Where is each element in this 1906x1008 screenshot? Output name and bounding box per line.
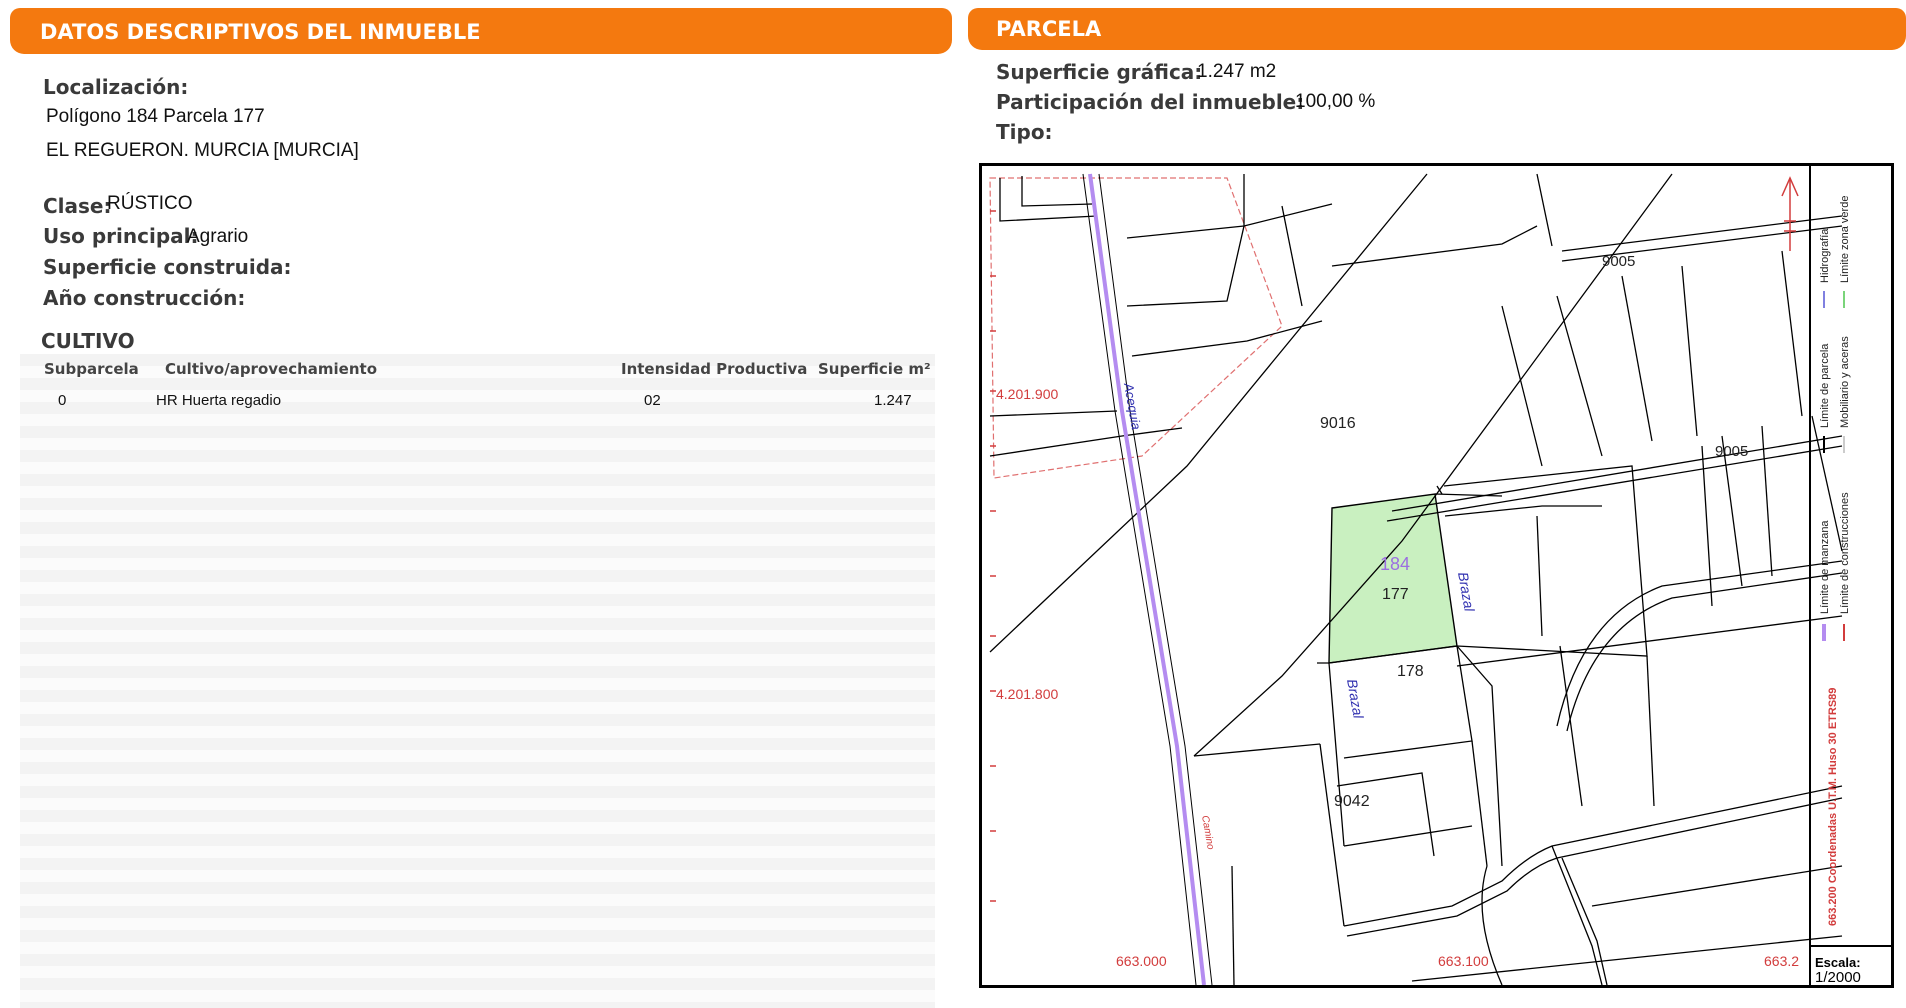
parcel-177-fill	[1328, 493, 1458, 664]
parcela-header: PARCELA	[968, 8, 1906, 50]
red-boundary-lines	[989, 177, 1283, 479]
scale-label: Escala:	[1815, 955, 1861, 970]
label-9005-top: 9005	[1602, 253, 1635, 270]
col-header-cultivo: Cultivo/aprovechamiento	[165, 360, 378, 378]
inmueble-header-title: DATOS DESCRIPTIVOS DEL INMUEBLE	[40, 20, 481, 44]
superficie-construida-label: Superficie construida:	[43, 255, 292, 279]
cultivo-title: CULTIVO	[41, 329, 135, 353]
north-arrow-mark	[1781, 176, 1799, 251]
legend-coords: 663.200 Coordenadas U.T.M. Huso 30 ETRS8…	[1827, 688, 1839, 926]
legend-mobiliario: Mobiliario y aceras	[1839, 336, 1851, 428]
superficie-grafica-label: Superficie gráfica:	[996, 60, 1203, 84]
coord-x-663000: 663.000	[1116, 953, 1167, 969]
legend-zona-verde: Límite zona verde	[1839, 196, 1851, 283]
map-svg: 184 177 9005 9016 9005 178 9042 Brazal B…	[989, 166, 1891, 985]
coord-x-663100: 663.100	[1438, 953, 1489, 969]
road-label-brazal-1: Brazal	[1455, 571, 1478, 614]
legend-construcciones: Límite de construcciones	[1839, 492, 1851, 614]
left-tick-marks	[990, 210, 996, 902]
uso-value: Agrario	[187, 226, 249, 247]
col-header-superficie: Superficie m²	[818, 360, 931, 378]
tipo-label: Tipo:	[996, 120, 1053, 144]
legend-parcela: Límite de parcela	[1819, 343, 1831, 428]
legend-hidrografia: Hidrografía	[1819, 228, 1831, 283]
hydrography-edges	[1082, 173, 1213, 985]
coord-y-4201900: 4.201.900	[996, 386, 1058, 402]
clase-label: Clase:	[43, 194, 112, 218]
road-label-brazal-2: Brazal	[1344, 678, 1367, 721]
localizacion-line1: Polígono 184 Parcela 177	[46, 106, 265, 127]
col-header-intensidad: Intensidad Productiva	[621, 360, 808, 378]
scale-value: 1/2000	[1815, 969, 1861, 985]
legend-items: Límite de manzana Límite de parcela Hidr…	[1819, 196, 1851, 926]
participacion-value: 100,00 %	[1295, 91, 1376, 112]
label-9042: 9042	[1334, 793, 1370, 810]
label-9016: 9016	[1320, 415, 1356, 432]
road-label-camino: Camino	[1199, 815, 1216, 851]
cell-intensidad: 02	[644, 392, 661, 409]
label-parcel-177: 177	[1382, 586, 1409, 603]
hydrography-line	[1088, 173, 1206, 985]
participacion-label: Participación del inmueble:	[996, 90, 1305, 114]
superficie-grafica-value: 1.247 m2	[1197, 61, 1277, 82]
cell-subparcela: 0	[58, 392, 67, 409]
inmueble-header: DATOS DESCRIPTIVOS DEL INMUEBLE	[10, 8, 952, 54]
clase-value: RÚSTICO	[107, 193, 193, 214]
anio-construccion-label: Año construcción:	[43, 286, 246, 310]
legend-manzana: Límite de manzana	[1819, 520, 1831, 614]
cadastral-map: 184 177 9005 9016 9005 178 9042 Brazal B…	[979, 163, 1894, 988]
parcela-header-title: PARCELA	[996, 17, 1102, 41]
coord-x-6632: 663.2	[1764, 953, 1799, 969]
label-9005-mid: 9005	[1715, 443, 1748, 460]
label-178: 178	[1397, 663, 1424, 680]
uso-label: Uso principal:	[43, 224, 199, 248]
localizacion-line2: EL REGUERON. MURCIA [MURCIA]	[46, 140, 359, 161]
cultivo-table: Subparcela Cultivo/aprovechamiento Inten…	[20, 354, 935, 1008]
label-polygon-184: 184	[1380, 554, 1410, 574]
cell-cultivo: HR Huerta regadio	[156, 392, 282, 409]
cell-superficie: 1.247	[874, 392, 912, 409]
localizacion-label: Localización:	[43, 75, 189, 99]
coord-y-4201800: 4.201.800	[996, 686, 1058, 702]
col-header-subparcela: Subparcela	[44, 360, 139, 378]
